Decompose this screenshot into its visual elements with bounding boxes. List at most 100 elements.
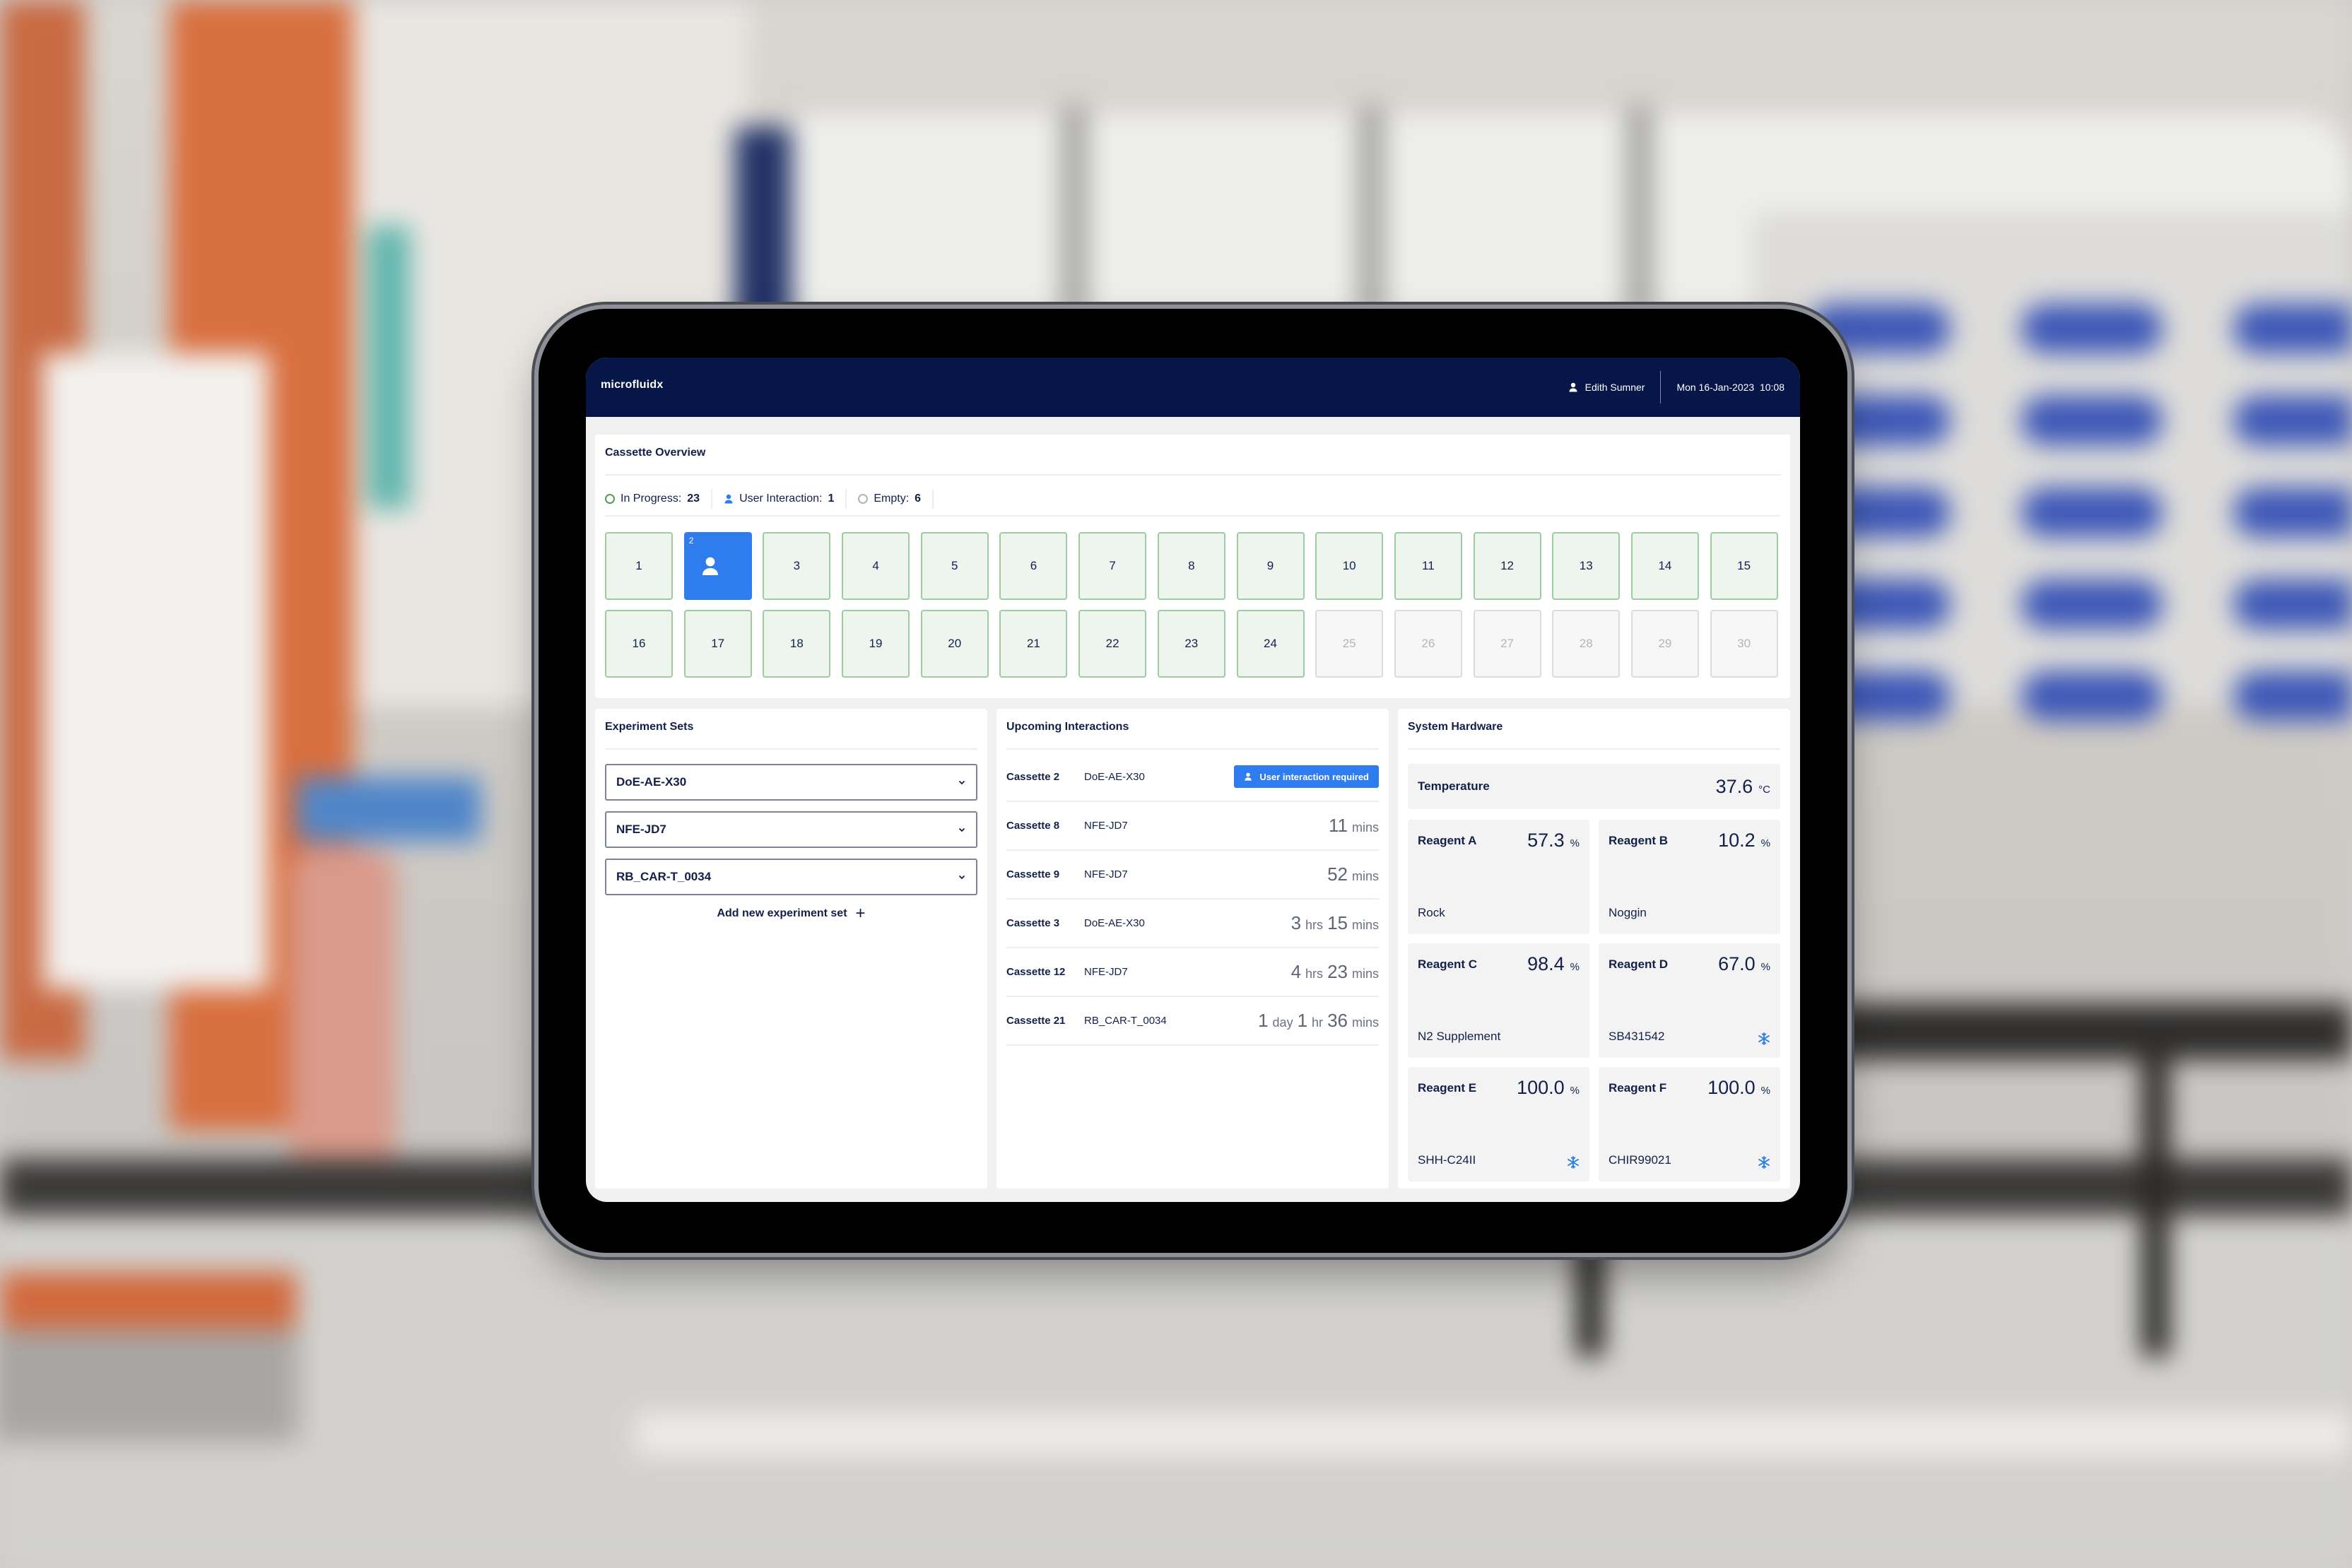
experiment-set-select[interactable]: RB_CAR-T_0034 bbox=[605, 859, 977, 895]
reagent-unit: % bbox=[1570, 961, 1580, 973]
cassette-tile-23[interactable]: 23 bbox=[1157, 610, 1225, 678]
cassette-tile-26[interactable]: 26 bbox=[1394, 610, 1462, 678]
cassette-number: 9 bbox=[1266, 559, 1274, 572]
reagent-level: 67.0 bbox=[1718, 953, 1756, 974]
cassette-tile-16[interactable]: 16 bbox=[605, 610, 673, 678]
legend-count: 6 bbox=[915, 493, 922, 505]
legend-empty: Empty: 6 bbox=[858, 489, 934, 509]
badge-label: User interaction required bbox=[1259, 771, 1369, 782]
reagent-substance: CHIR99021 bbox=[1609, 1153, 1671, 1167]
user-icon bbox=[702, 557, 718, 575]
experiment-set-name: RB_CAR-T_0034 bbox=[1084, 1014, 1167, 1027]
interaction-row[interactable]: Cassette 3 DoE-AE-X30 3 hrs 15 mins bbox=[1006, 899, 1379, 948]
cassette-tile-9[interactable]: 9 bbox=[1236, 532, 1305, 600]
cassette-tile-15[interactable]: 15 bbox=[1710, 532, 1778, 600]
experiment-set-name: NFE-JD7 bbox=[1084, 965, 1128, 978]
cassette-grid: 1 2 3 4 5 6 7 8 9 10 11 12 13 14 15 16 17 18 19 20 21 22 23 24 2… bbox=[605, 532, 1780, 678]
time-remaining: 52 mins bbox=[1327, 863, 1379, 885]
cassette-number: 13 bbox=[1579, 559, 1593, 572]
temperature-unit: °C bbox=[1758, 783, 1770, 796]
user-name: Edith Sumner bbox=[1584, 382, 1645, 393]
experiment-set-select[interactable]: DoE-AE-X30 bbox=[605, 764, 977, 801]
cassette-tile-24[interactable]: 24 bbox=[1236, 610, 1305, 678]
time-remaining: 11 mins bbox=[1329, 815, 1379, 837]
cassette-number: 7 bbox=[1109, 559, 1116, 572]
cassette-tile-11[interactable]: 11 bbox=[1394, 532, 1462, 600]
cassette-tile-8[interactable]: 8 bbox=[1157, 532, 1225, 600]
user-icon bbox=[1245, 772, 1252, 781]
reagent-unit: % bbox=[1760, 1085, 1770, 1097]
cassette-tile-29[interactable]: 29 bbox=[1630, 610, 1699, 678]
cassette-tile-2[interactable]: 2 bbox=[683, 532, 752, 600]
reagent-substance: SHH-C24II bbox=[1418, 1153, 1476, 1167]
reagent-unit: % bbox=[1570, 1085, 1580, 1097]
legend-user-interaction: User Interaction: 1 bbox=[724, 489, 847, 509]
cassette-number: 2 bbox=[688, 536, 694, 546]
cassette-number: 15 bbox=[1737, 559, 1751, 572]
reagent-card[interactable]: Reagent A 57.3% Rock bbox=[1408, 820, 1589, 934]
reagent-card[interactable]: Reagent F 100.0% CHIR99021 bbox=[1599, 1067, 1780, 1181]
cassette-tile-7[interactable]: 7 bbox=[1078, 532, 1147, 600]
cassette-tile-17[interactable]: 17 bbox=[683, 610, 752, 678]
cassette-tile-13[interactable]: 13 bbox=[1552, 532, 1621, 600]
interaction-row[interactable]: Cassette 12 NFE-JD7 4 hrs 23 mins bbox=[1006, 948, 1379, 997]
experiment-set-name: NFE-JD7 bbox=[1084, 868, 1128, 880]
cassette-tile-10[interactable]: 10 bbox=[1315, 532, 1384, 600]
select-value: NFE-JD7 bbox=[616, 823, 666, 836]
cassette-tile-25[interactable]: 25 bbox=[1315, 610, 1384, 678]
reagent-name: Reagent D bbox=[1609, 957, 1669, 971]
cassette-tile-22[interactable]: 22 bbox=[1078, 610, 1147, 678]
time-number: 52 bbox=[1327, 863, 1348, 885]
reagent-unit: % bbox=[1570, 837, 1580, 849]
reagent-card[interactable]: Reagent B 10.2% Noggin bbox=[1599, 820, 1780, 934]
time-unit: mins bbox=[1351, 868, 1379, 883]
divider bbox=[605, 748, 977, 750]
reagent-grid: Reagent A 57.3% Rock Reagent B 10.2% Noggin Re… bbox=[1408, 820, 1780, 1181]
user-interaction-required-badge[interactable]: User interaction required bbox=[1234, 765, 1379, 788]
user-icon bbox=[724, 494, 733, 504]
panel-title: System Hardware bbox=[1408, 721, 1503, 733]
cassette-number: 12 bbox=[1500, 559, 1515, 572]
cassette-tile-20[interactable]: 20 bbox=[920, 610, 989, 678]
cassette-tile-3[interactable]: 3 bbox=[763, 532, 831, 600]
cassette-tile-27[interactable]: 27 bbox=[1473, 610, 1541, 678]
cassette-tile-6[interactable]: 6 bbox=[999, 532, 1068, 600]
cassette-tile-30[interactable]: 30 bbox=[1710, 610, 1778, 678]
cassette-number: 20 bbox=[948, 637, 962, 650]
select-value: DoE-AE-X30 bbox=[616, 775, 687, 789]
reagent-substance: Noggin bbox=[1609, 906, 1647, 919]
cassette-tile-5[interactable]: 5 bbox=[920, 532, 989, 600]
cassette-tile-12[interactable]: 12 bbox=[1473, 532, 1541, 600]
reagent-level: 100.0 bbox=[1517, 1077, 1565, 1098]
cassette-name: Cassette 8 bbox=[1006, 819, 1060, 832]
time-number: 36 bbox=[1327, 1009, 1348, 1031]
app-logo[interactable]: microfluidx bbox=[601, 379, 663, 391]
cassette-tile-19[interactable]: 19 bbox=[842, 610, 910, 678]
reagent-card[interactable]: Reagent D 67.0% SB431542 bbox=[1599, 943, 1780, 1058]
cassette-tile-1[interactable]: 1 bbox=[605, 532, 673, 600]
plus-icon: + bbox=[855, 904, 866, 923]
cassette-tile-4[interactable]: 4 bbox=[842, 532, 910, 600]
experiment-sets-panel: Experiment Sets DoE-AE-X30 NFE-JD7 RB_CA… bbox=[595, 709, 987, 1189]
interaction-row[interactable]: Cassette 2 DoE-AE-X30 User interaction req… bbox=[1006, 753, 1379, 802]
divider bbox=[1408, 748, 1780, 750]
cassette-tile-18[interactable]: 18 bbox=[763, 610, 831, 678]
reagent-card[interactable]: Reagent E 100.0% SHH-C24II bbox=[1408, 1067, 1589, 1181]
reagent-level: 98.4 bbox=[1527, 953, 1565, 974]
interaction-row[interactable]: Cassette 9 NFE-JD7 52 mins bbox=[1006, 850, 1379, 900]
time-remaining: 3 hrs 15 mins bbox=[1291, 912, 1379, 934]
cassette-tile-28[interactable]: 28 bbox=[1552, 610, 1621, 678]
panel-title: Upcoming Interactions bbox=[1006, 721, 1129, 733]
cassette-tile-21[interactable]: 21 bbox=[999, 610, 1068, 678]
experiment-set-select[interactable]: NFE-JD7 bbox=[605, 811, 977, 848]
interaction-row[interactable]: Cassette 21 RB_CAR-T_0034 1 day 1 hr 36 mins bbox=[1006, 996, 1379, 1046]
system-hardware-panel: System Hardware Temperature 37.6 °C Reag… bbox=[1398, 709, 1790, 1189]
user-menu[interactable]: Edith Sumner bbox=[1568, 382, 1661, 393]
add-experiment-set-button[interactable]: Add new experiment set + bbox=[595, 905, 987, 922]
legend-label: Empty: bbox=[874, 493, 910, 505]
reagent-card[interactable]: Reagent C 98.4% N2 Supplement bbox=[1408, 943, 1589, 1058]
cassette-tile-14[interactable]: 14 bbox=[1630, 532, 1699, 600]
experiment-set-name: DoE-AE-X30 bbox=[1084, 916, 1145, 929]
interaction-row[interactable]: Cassette 8 NFE-JD7 11 mins bbox=[1006, 801, 1379, 851]
snowflake-icon bbox=[1758, 1156, 1770, 1169]
